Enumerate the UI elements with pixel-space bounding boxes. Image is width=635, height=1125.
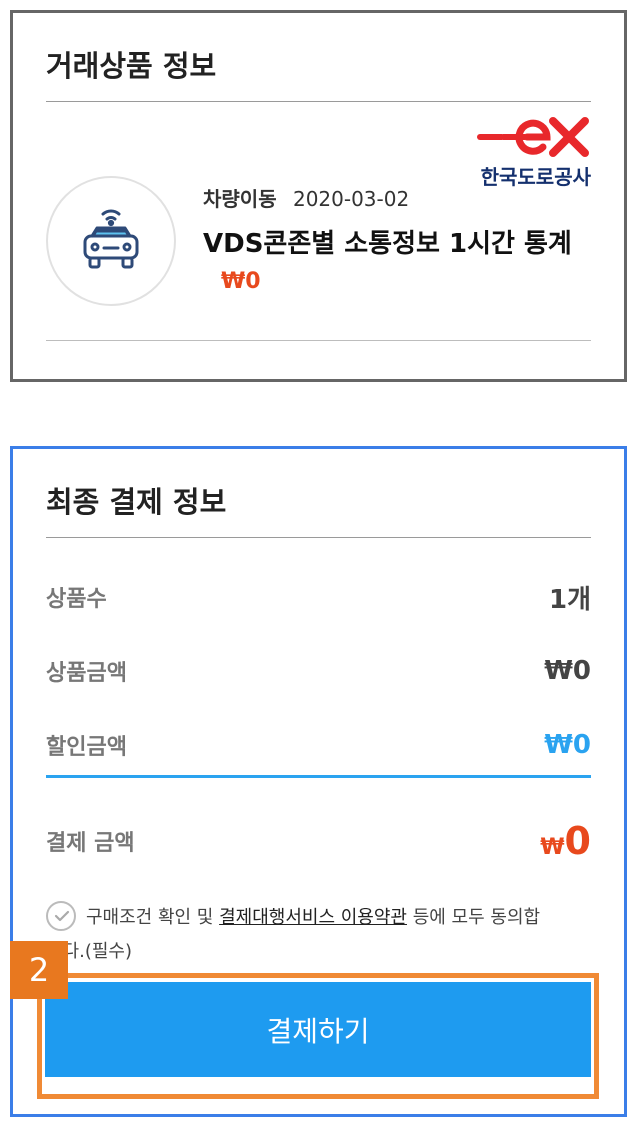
provider-logo: 한국도로공사 bbox=[473, 113, 591, 189]
total-currency: ₩ bbox=[540, 835, 565, 860]
total-amount-row: 결제 금액 ₩0 bbox=[46, 813, 591, 869]
product-amount-label: 상품금액 bbox=[46, 661, 127, 686]
checkmark-icon bbox=[54, 910, 70, 922]
quantity-value: 1개 bbox=[548, 584, 591, 615]
product-category: 차량이동 bbox=[203, 187, 277, 211]
product-section-title: 거래상품 정보 bbox=[46, 49, 217, 83]
divider bbox=[46, 537, 591, 538]
step-badge: 2 bbox=[10, 941, 68, 999]
discount-row: 할인금액 ₩0 bbox=[46, 725, 591, 765]
payment-terms-link[interactable]: 결제대행서비스 이용약관 bbox=[219, 907, 407, 928]
product-meta: 차량이동 2020-03-02 bbox=[203, 183, 409, 212]
quantity-label: 상품수 bbox=[46, 587, 107, 612]
product-amount-row: 상품금액 ₩0 bbox=[46, 651, 591, 691]
pay-button[interactable]: 결제하기 bbox=[45, 982, 591, 1077]
connected-car-icon bbox=[46, 176, 176, 306]
payment-section-title: 최종 결제 정보 bbox=[46, 485, 227, 519]
product-info-card: 거래상품 정보 한국도로공사 차량이동 2020-03-02 VDS콘존별 소통… bbox=[10, 10, 627, 382]
total-amount-value: ₩0 bbox=[540, 819, 591, 863]
agreement-text-before: 구매조건 확인 및 bbox=[86, 907, 220, 928]
product-amount-value: ₩0 bbox=[544, 656, 591, 686]
discount-value: ₩0 bbox=[544, 730, 591, 760]
divider bbox=[46, 340, 591, 341]
payment-info-card: 최종 결제 정보 상품수 1개 상품금액 ₩0 할인금액 ₩0 결제 금액 ₩0… bbox=[10, 446, 627, 1117]
total-amount-label: 결제 금액 bbox=[46, 831, 135, 856]
ex-logo-mark bbox=[477, 117, 589, 157]
product-date: 2020-03-02 bbox=[292, 187, 410, 211]
product-name: VDS콘존별 소통정보 1시간 통계 bbox=[203, 229, 572, 259]
divider bbox=[46, 101, 591, 102]
quantity-row: 상품수 1개 bbox=[46, 577, 591, 617]
total-number: 0 bbox=[564, 819, 591, 863]
agree-checkbox[interactable] bbox=[46, 901, 76, 931]
provider-logo-text: 한국도로공사 bbox=[480, 165, 591, 189]
discount-divider bbox=[46, 775, 591, 778]
product-price: ₩0 bbox=[221, 269, 261, 294]
terms-agreement: 구매조건 확인 및 결제대행서비스 이용약관 등에 모두 동의합니다.(필수) bbox=[46, 901, 556, 969]
discount-label: 할인금액 bbox=[46, 735, 127, 760]
